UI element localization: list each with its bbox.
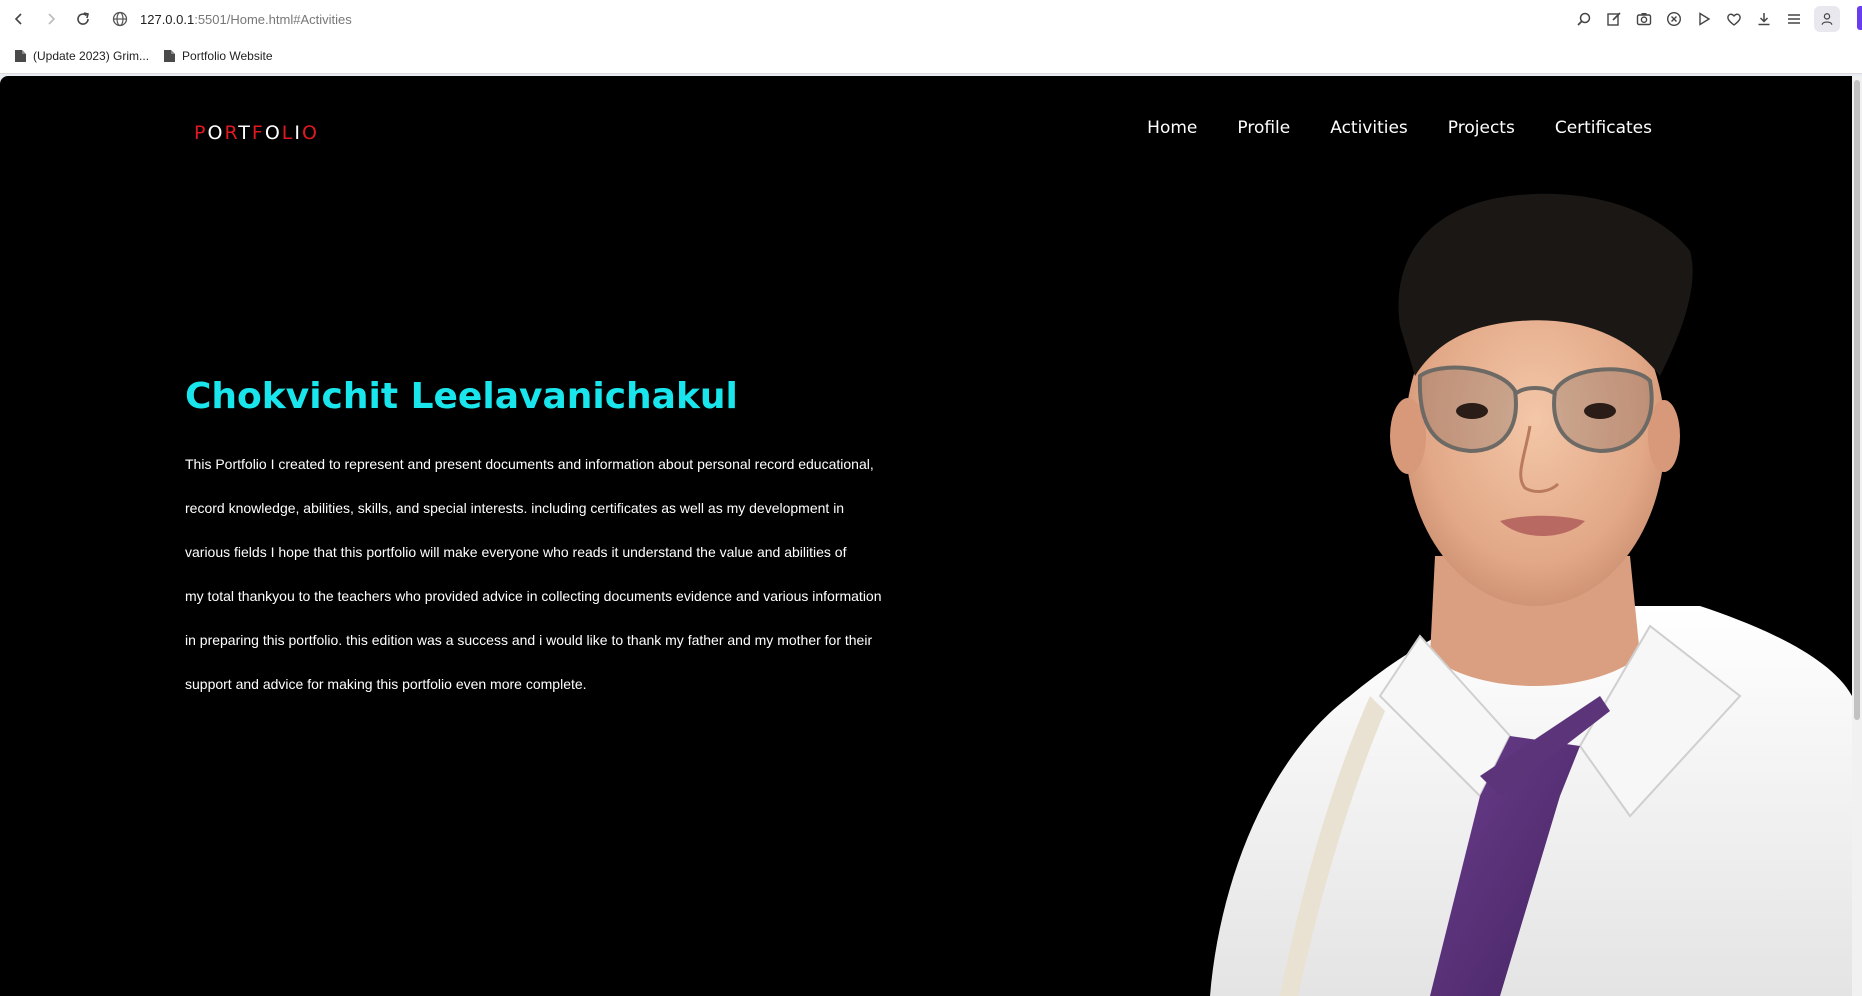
reload-button[interactable] [68,4,98,34]
shield-x-icon [1666,11,1682,27]
logo-letter: P [194,122,208,144]
nav-home[interactable]: Home [1147,118,1197,138]
hero-name: Chokvichit Leelavanichakul [185,376,738,417]
edit-button[interactable] [1604,9,1624,29]
file-icon [164,49,176,62]
block-button[interactable] [1664,9,1684,29]
arrow-left-icon [14,13,22,25]
bookmarks-bar: (Update 2023) Grim... Portfolio Website [0,38,1862,74]
logo-letter: F [251,122,265,144]
main-nav: Home Profile Activities Projects Certifi… [1147,118,1652,138]
sidebar-edge-indicator [1857,6,1862,30]
address-bar[interactable]: 127.0.0.1:5501/Home.html#Activities [112,5,352,33]
bookmark-label: Portfolio Website [182,48,273,63]
menu-button[interactable] [1784,9,1804,29]
nav-certificates[interactable]: Certificates [1555,118,1652,138]
logo-letter: I [294,122,302,144]
search-page-button[interactable] [1574,9,1594,29]
arrow-right-icon [48,13,56,25]
play-button[interactable] [1694,9,1714,29]
logo-letter: T [238,122,252,144]
bookmark-item[interactable]: Portfolio Website [163,49,273,63]
download-icon [1758,13,1770,26]
profile-button[interactable] [1814,6,1840,32]
url-path: :5501/Home.html#Activities [194,11,352,27]
logo-letter: L [281,122,295,144]
bookmark-label: (Update 2023) Grim... [33,48,150,63]
portfolio-page: PORTFOLIO Home Profile Activities Projec… [0,76,1852,996]
search-icon [1577,12,1591,26]
description-line: various fields I hope that this portfoli… [185,544,847,560]
logo-letter: R [224,122,239,144]
camera-icon [1636,13,1652,26]
scrollbar-thumb[interactable] [1854,80,1860,720]
toolbar-actions [1574,5,1840,33]
description-line: record knowledge, abilities, skills, and… [185,500,845,516]
site-logo[interactable]: PORTFOLIO [194,122,319,144]
file-icon [15,49,26,62]
edit-icon [1607,12,1621,26]
nav-projects[interactable]: Projects [1448,118,1515,138]
downloads-button[interactable] [1754,9,1774,29]
screenshot-button[interactable] [1634,9,1654,29]
description-line: support and advice for making this portf… [185,676,587,692]
logo-letter: O [264,122,282,144]
reload-icon [77,12,89,25]
favorite-button[interactable] [1724,9,1744,29]
nav-profile[interactable]: Profile [1237,118,1290,138]
logo-letter: O [301,122,319,144]
hero-description: This Portfolio I created to represent an… [185,442,925,706]
profile-photo [1210,193,1852,996]
description-line: This Portfolio I created to represent an… [185,456,874,472]
back-button[interactable] [4,4,34,34]
description-line: in preparing this portfolio. this editio… [185,632,873,648]
hamburger-icon [1788,14,1800,24]
user-icon [1821,13,1833,25]
forward-button[interactable] [36,4,66,34]
globe-icon [112,11,128,27]
heart-icon [1727,13,1741,26]
page-viewport: PORTFOLIO Home Profile Activities Projec… [0,74,1862,996]
browser-toolbar: 127.0.0.1:5501/Home.html#Activities [0,0,1862,38]
play-icon [1699,12,1711,26]
nav-activities[interactable]: Activities [1330,118,1408,138]
logo-letter: O [207,122,225,144]
bookmark-item[interactable]: (Update 2023) Grim... [14,49,149,63]
page-scrollbar[interactable] [1852,76,1862,996]
description-line: my total thankyou to the teachers who pr… [185,588,882,604]
url-host: 127.0.0.1 [140,11,195,27]
